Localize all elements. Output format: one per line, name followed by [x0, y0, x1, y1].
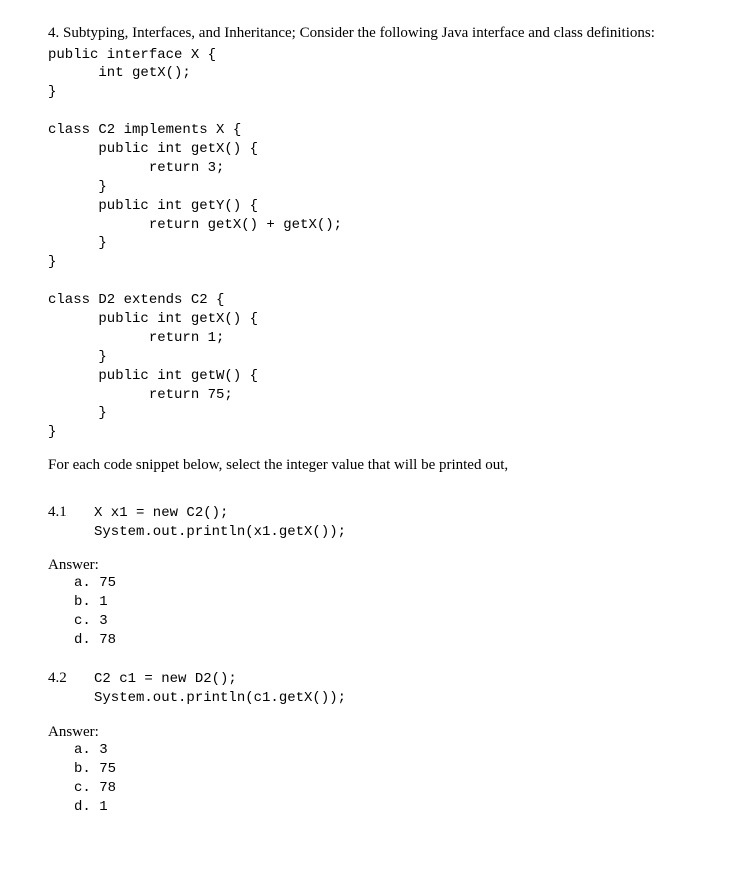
question-intro: 4. Subtyping, Interfaces, and Inheritanc… — [48, 24, 686, 44]
answer-label: Answer: — [48, 724, 686, 741]
subquestion-number: 4.1 — [48, 504, 94, 521]
answer-options: a. 75 b. 1 c. 3 d. 78 — [74, 574, 686, 650]
subquestion-block: 4.2 C2 c1 = new D2(); System.out.println… — [48, 670, 686, 708]
subquestion-code: C2 c1 = new D2(); System.out.println(c1.… — [94, 670, 346, 708]
answer-options: a. 3 b. 75 c. 78 d. 1 — [74, 741, 686, 817]
subquestion-code: X x1 = new C2(); System.out.println(x1.g… — [94, 504, 346, 542]
code-definitions: public interface X { int getX(); } class… — [48, 46, 686, 443]
subquestion-block: 4.1 X x1 = new C2(); System.out.println(… — [48, 504, 686, 542]
question-prompt: For each code snippet below, select the … — [48, 456, 686, 476]
question-page: 4. Subtyping, Interfaces, and Inheritanc… — [0, 0, 734, 876]
subquestion-number: 4.2 — [48, 670, 94, 687]
answer-label: Answer: — [48, 557, 686, 574]
